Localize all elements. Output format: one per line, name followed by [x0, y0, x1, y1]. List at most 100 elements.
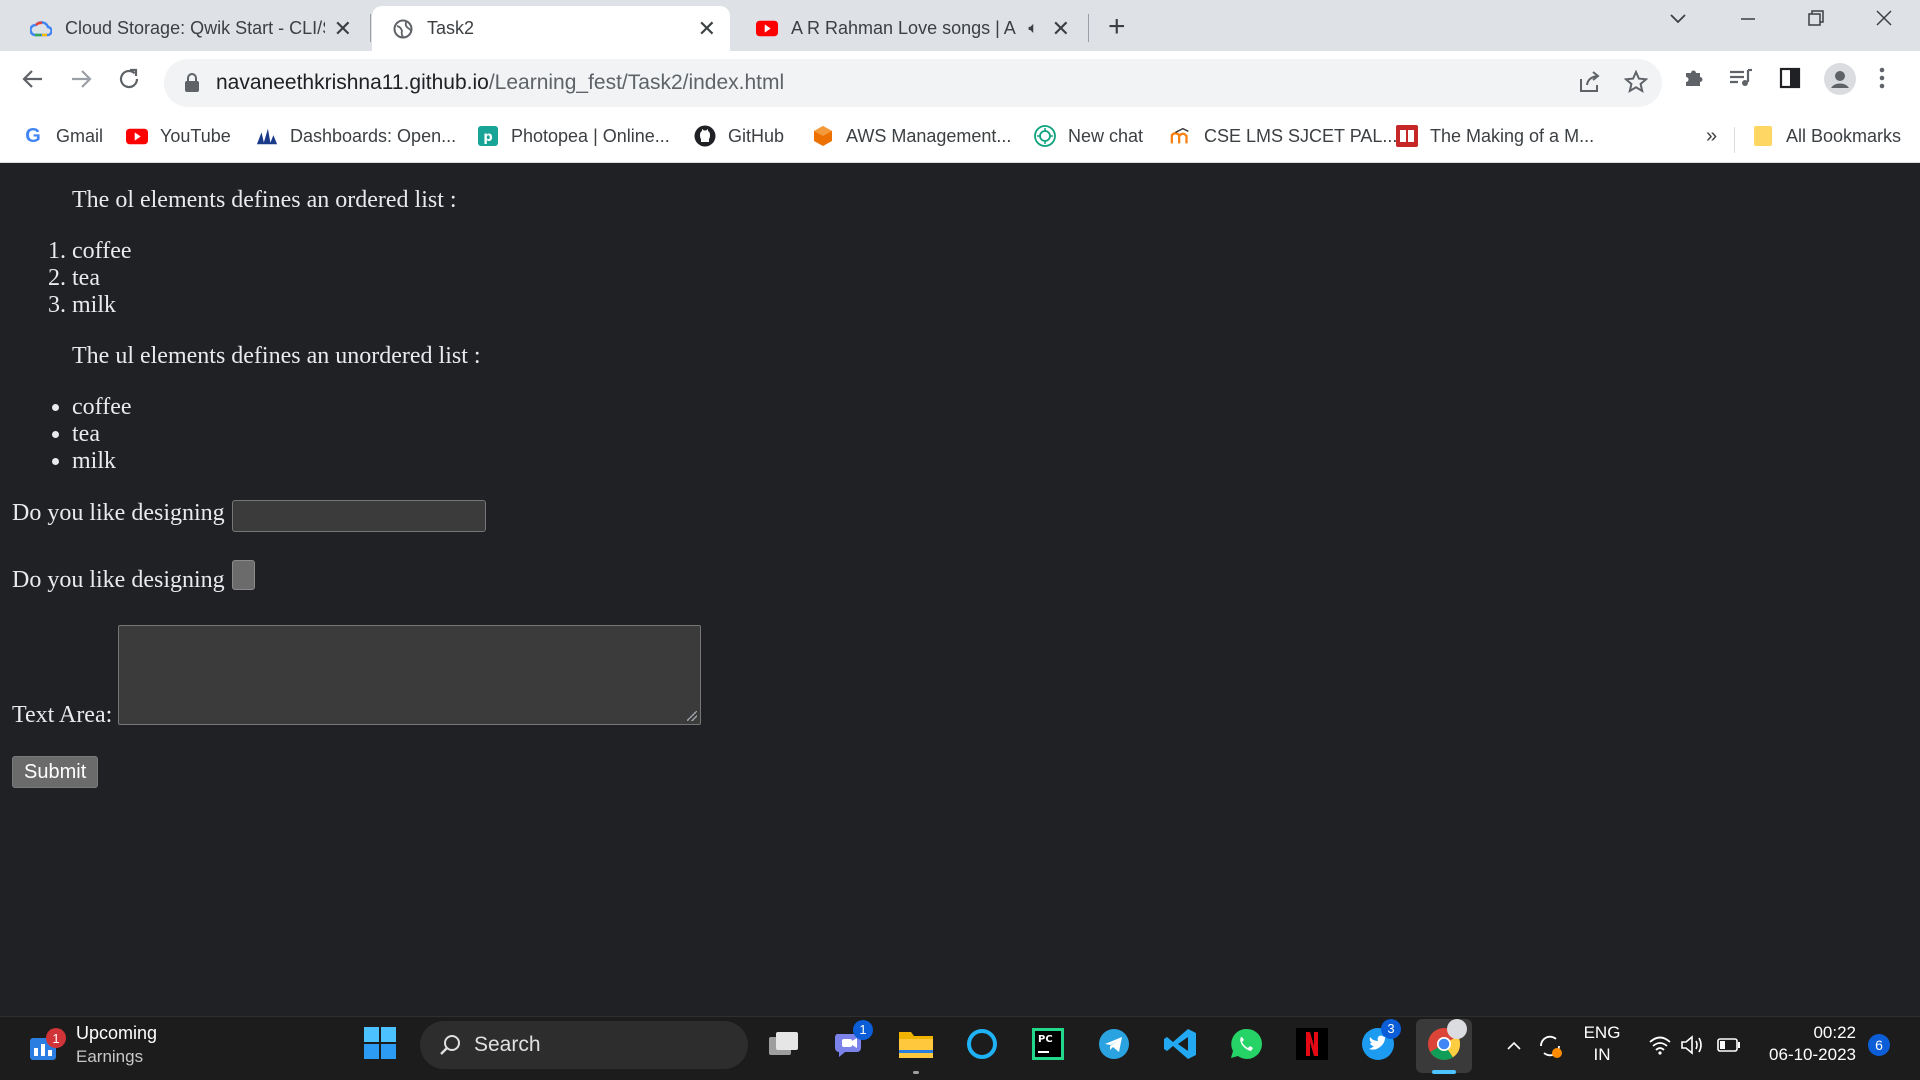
- media-control-icon[interactable]: [1728, 66, 1754, 97]
- bookmark-gmail[interactable]: G Gmail: [22, 125, 103, 147]
- whatsapp-button[interactable]: [1228, 1028, 1264, 1064]
- teams-chat-icon: 1: [833, 1019, 873, 1065]
- resize-handle-icon[interactable]: [687, 711, 697, 721]
- active-app-indicator: [913, 1071, 919, 1074]
- widget-title: Upcoming: [76, 1023, 158, 1043]
- reload-icon[interactable]: [116, 66, 142, 99]
- bookmark-aws[interactable]: AWS Management...: [812, 125, 1011, 147]
- profile-avatar-icon[interactable]: [1824, 63, 1856, 102]
- url-host: navaneethkrishna11.github.io: [216, 71, 489, 94]
- github-icon: [694, 125, 716, 147]
- vscode-button[interactable]: [1162, 1028, 1198, 1064]
- language-indicator[interactable]: ENG IN: [1582, 1022, 1622, 1066]
- widgets-button[interactable]: 1: [28, 1022, 66, 1072]
- battery-button[interactable]: [1716, 1034, 1742, 1061]
- submit-button[interactable]: Submit: [12, 756, 99, 788]
- bookmark-new-chat[interactable]: New chat: [1034, 125, 1143, 147]
- lock-icon[interactable]: [182, 73, 202, 93]
- bookmark-label: YouTube: [160, 125, 231, 146]
- list-item: coffee: [72, 238, 132, 265]
- pycharm-icon: PC: [1032, 1027, 1064, 1065]
- task-view-button[interactable]: [766, 1028, 802, 1064]
- aws-icon: [812, 125, 834, 147]
- folder-icon: [1752, 125, 1774, 147]
- chrome-menu-icon[interactable]: [1878, 66, 1886, 97]
- tab-cloud-storage[interactable]: Cloud Storage: Qwik Start - CLI/S ✕: [10, 6, 366, 51]
- tab-divider: [370, 14, 371, 42]
- bookmark-label: New chat: [1068, 125, 1144, 146]
- bookmark-making-of[interactable]: The Making of a M...: [1396, 125, 1594, 147]
- extensions-icon[interactable]: [1682, 66, 1706, 97]
- bookmark-star-icon[interactable]: [1623, 69, 1649, 99]
- pycharm-button[interactable]: PC: [1030, 1027, 1066, 1065]
- more-bookmarks-button[interactable]: »: [1706, 125, 1717, 148]
- close-window-icon[interactable]: [1874, 8, 1894, 34]
- battery-icon: [1716, 1034, 1742, 1061]
- twitter-badge: 3: [1381, 1018, 1401, 1039]
- designing-text-input[interactable]: [232, 500, 486, 532]
- svg-text:PC: PC: [1038, 1034, 1053, 1045]
- teams-button[interactable]: 1: [832, 1019, 873, 1065]
- tab-task2[interactable]: Task2 ✕: [372, 6, 730, 51]
- volume-button[interactable]: [1680, 1034, 1706, 1061]
- chrome-button[interactable]: [1426, 1018, 1467, 1064]
- minimize-icon[interactable]: [1738, 8, 1758, 34]
- url-path: /Learning_fest/Task2/index.html: [488, 71, 785, 94]
- back-icon[interactable]: [20, 66, 46, 99]
- teams-badge: 1: [853, 1019, 873, 1040]
- whatsapp-icon: [1229, 1027, 1263, 1066]
- share-icon[interactable]: [1578, 71, 1602, 98]
- notification-count-badge[interactable]: 6: [1868, 1034, 1890, 1056]
- youtube-icon: [126, 125, 148, 147]
- browser-toolbar: navaneethkrishna11.github.io/Learning_fe…: [0, 51, 1920, 115]
- clock[interactable]: 00:22 06-10-2023: [1754, 1022, 1856, 1066]
- close-tab-icon[interactable]: ✕: [698, 16, 716, 42]
- stocks-icon: 1: [28, 1028, 66, 1062]
- language-code: ENG: [1583, 1023, 1621, 1042]
- address-bar[interactable]: navaneethkrishna11.github.io/Learning_fe…: [164, 59, 1662, 107]
- more-bookmarks-label: »: [1706, 125, 1718, 147]
- list-item: coffee: [72, 394, 132, 421]
- volume-icon: [1680, 1034, 1706, 1061]
- cortana-button[interactable]: [964, 1028, 1000, 1064]
- new-tab-button[interactable]: +: [1108, 10, 1126, 44]
- designing-checkbox[interactable]: [232, 560, 255, 590]
- tab-title: Task2: [427, 18, 475, 38]
- url-text: navaneethkrishna11.github.io/Learning_fe…: [216, 71, 784, 95]
- side-panel-icon[interactable]: [1778, 66, 1802, 97]
- telegram-button[interactable]: [1096, 1028, 1132, 1064]
- all-bookmarks-button[interactable]: All Bookmarks: [1752, 125, 1901, 147]
- text-area[interactable]: [118, 625, 701, 725]
- unordered-list: coffee tea milk: [72, 394, 132, 475]
- tab-search-icon[interactable]: [1668, 8, 1688, 34]
- bookmark-cse-lms[interactable]: CSE LMS SJCET PAL...: [1170, 125, 1397, 147]
- show-hidden-icons-button[interactable]: [1504, 1036, 1524, 1061]
- file-explorer-button[interactable]: [898, 1028, 934, 1064]
- youtube-icon: [756, 18, 778, 40]
- close-tab-icon[interactable]: ✕: [1052, 16, 1070, 42]
- restore-icon[interactable]: [1806, 8, 1826, 34]
- close-tab-icon[interactable]: ✕: [334, 16, 352, 42]
- vscode-icon: [1163, 1027, 1197, 1066]
- profile-badge-icon: [1447, 1018, 1467, 1039]
- sync-tray-button[interactable]: [1536, 1032, 1564, 1065]
- checkbox-label: Do you like designing: [12, 567, 225, 593]
- bookmark-github[interactable]: GitHub: [694, 125, 784, 147]
- bookmark-youtube[interactable]: YouTube: [126, 125, 231, 147]
- text-input-label: Do you like designing: [12, 500, 225, 526]
- netflix-button[interactable]: [1294, 1027, 1330, 1065]
- netflix-icon: [1296, 1027, 1328, 1065]
- taskbar-search[interactable]: Search: [420, 1021, 748, 1069]
- bookmark-dashboards[interactable]: Dashboards: Open...: [256, 125, 456, 147]
- twitter-button[interactable]: 3: [1360, 1018, 1401, 1064]
- bookmark-photopea[interactable]: p Photopea | Online...: [477, 125, 670, 147]
- network-button[interactable]: [1648, 1034, 1672, 1061]
- google-cloud-icon: [30, 18, 52, 40]
- bookmark-label: AWS Management...: [846, 125, 1012, 146]
- start-button[interactable]: [362, 1026, 398, 1063]
- audio-playing-icon[interactable]: 🔈︎: [1028, 20, 1038, 38]
- tab-strip: Cloud Storage: Qwik Start - CLI/S ✕ Task…: [0, 0, 1920, 51]
- tab-ar-rahman[interactable]: A R Rahman Love songs | AR 🔈︎ ✕: [736, 6, 1084, 51]
- page-content: The ol elements defines an ordered list …: [0, 164, 1920, 1016]
- forward-icon[interactable]: [68, 66, 94, 99]
